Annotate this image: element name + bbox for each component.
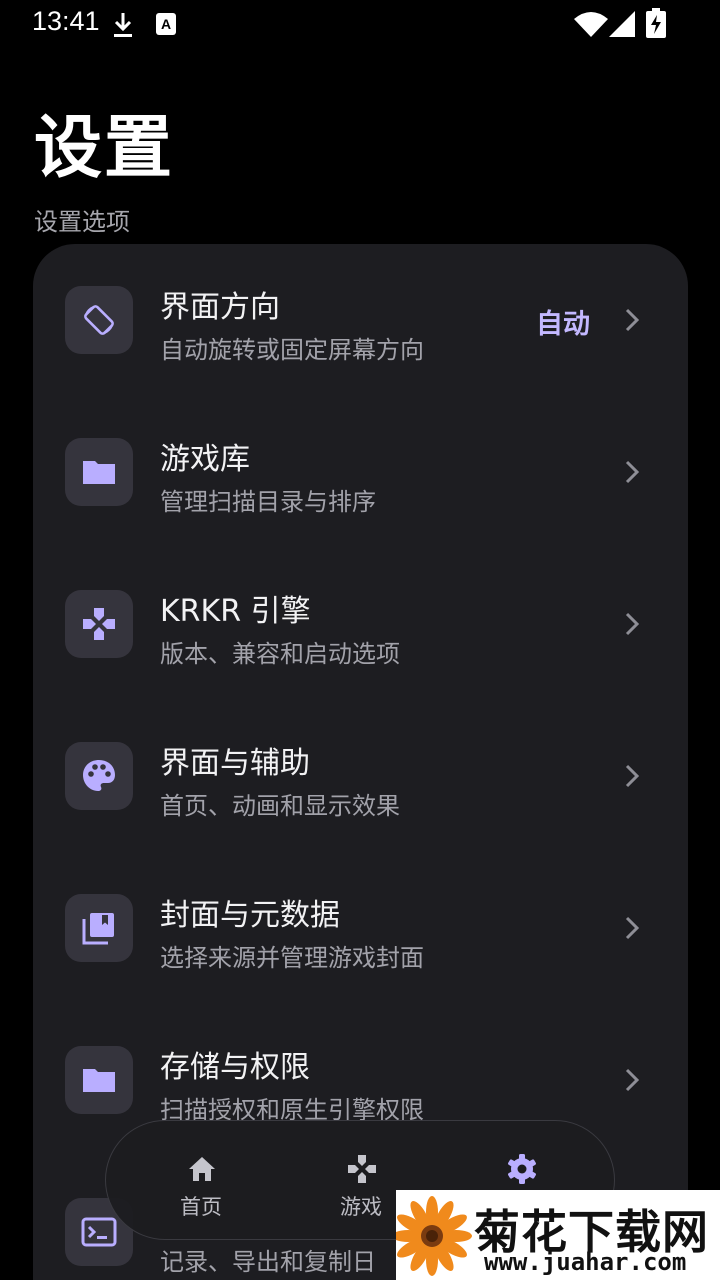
settings-item-subtitle: 选择来源并管理游戏封面 [160,944,424,972]
settings-item-title: 界面与辅助 [160,746,310,781]
gamepad-icon [65,590,133,658]
folder-icon [65,1046,133,1114]
settings-item-title: 封面与元数据 [160,898,340,933]
orientation-value: 自动 [536,309,590,340]
chevron-right-icon [625,916,640,940]
nav-label: 首页 [180,1195,222,1219]
download-icon [114,13,132,37]
chevron-right-icon [625,308,640,332]
settings-item-title: 存储与权限 [160,1050,310,1085]
chevron-right-icon [625,764,640,788]
gamepad-icon [348,1155,376,1183]
chevron-right-icon [625,612,640,636]
watermark-logo: 菊花下载网 www.juahar.com [396,1190,720,1280]
settings-item-subtitle: 首页、动画和显示效果 [160,792,400,820]
notification-a-icon: A [156,13,176,35]
settings-item-title: KRKR 引擎 [160,594,311,629]
home-icon [189,1157,215,1181]
settings-item-ui-accessibility[interactable]: 界面与辅助 首页、动画和显示效果 [33,700,688,852]
settings-item-subtitle: 自动旋转或固定屏幕方向 [160,336,424,364]
screen-rotation-icon [65,286,133,354]
settings-item-title: 游戏库 [160,442,250,477]
palette-icon [65,742,133,810]
battery-charging-icon [646,8,666,38]
watermark-url: www.juahar.com [484,1248,687,1276]
settings-item-subtitle: 版本、兼容和启动选项 [160,640,400,668]
chevron-right-icon [625,1068,640,1092]
wifi-icon [574,12,608,37]
section-label: 设置选项 [34,208,130,236]
settings-item-subtitle: 管理扫描目录与排序 [160,488,376,516]
settings-item-subtitle: 记录、导出和复制日 [160,1248,376,1276]
status-bar: 13:41 A [0,0,720,50]
status-time: 13:41 [32,6,100,36]
gear-icon [508,1154,536,1184]
cover-library-icon [65,894,133,962]
chevron-right-icon [625,460,640,484]
flower-logo-icon [396,1196,472,1276]
settings-item-game-library[interactable]: 游戏库 管理扫描目录与排序 [33,396,688,548]
nav-item-home[interactable]: 首页 [126,1121,276,1241]
settings-item-krkr-engine[interactable]: KRKR 引擎 版本、兼容和启动选项 [33,548,688,700]
settings-item-title: 界面方向 [160,290,280,325]
signal-icon [609,11,635,37]
folder-icon [65,438,133,506]
page-title: 设置 [34,109,175,188]
settings-item-covers-metadata[interactable]: 封面与元数据 选择来源并管理游戏封面 [33,852,688,1004]
settings-item-orientation[interactable]: 界面方向 自动旋转或固定屏幕方向 自动 [33,244,688,396]
